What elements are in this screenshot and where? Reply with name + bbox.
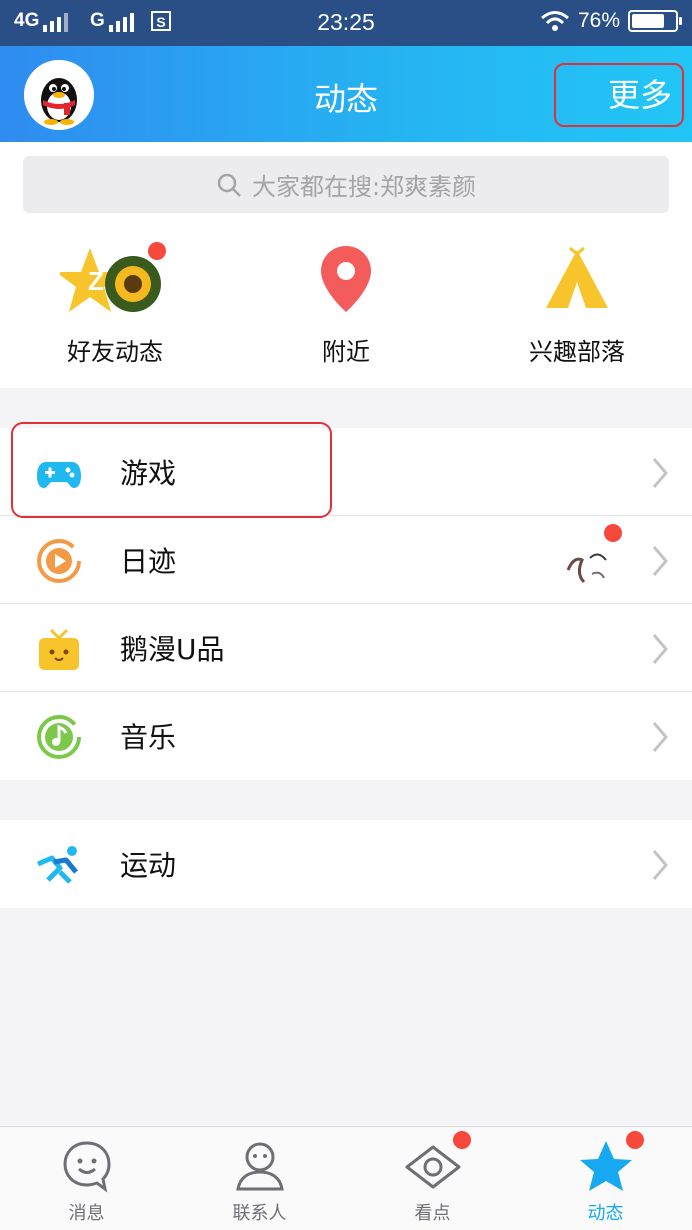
list-item-label: 运动 [120, 849, 177, 882]
chevron-right-icon [652, 458, 668, 488]
tab-icon-wrap [403, 1131, 471, 1195]
tent-icon [546, 246, 608, 308]
notification-dot [625, 1131, 644, 1149]
list-item-daily-trace[interactable]: 日迹 [0, 516, 692, 604]
bottom-tab-bar: 消息 联系人 看点 动态 [0, 1126, 692, 1230]
top-panel: 大家都在搜:郑爽素颜 Z 好友动态 附近 兴趣部落 [0, 142, 692, 388]
list-item-label: 鹅漫U品 [120, 632, 225, 666]
chevron-right-icon [652, 634, 668, 664]
location-pin-icon [321, 246, 371, 312]
shortcut-nearby[interactable]: 附近 [246, 242, 446, 367]
tab-label: 消息 [68, 1203, 105, 1224]
tab-label: 动态 [587, 1203, 624, 1224]
play-circle-icon [37, 539, 81, 583]
shortcut-icon-wrap [522, 242, 632, 322]
chevron-right-icon [652, 546, 668, 576]
tab-icon-wrap [576, 1131, 644, 1195]
shortcut-interest-tribe[interactable]: 兴趣部落 [477, 242, 677, 367]
highlight-box [11, 422, 332, 518]
tab-icon-wrap [230, 1137, 290, 1195]
tab-messages[interactable]: 消息 [0, 1127, 173, 1230]
contact-icon [235, 1142, 284, 1191]
gift-box-icon [39, 628, 79, 670]
star-icon [579, 1141, 632, 1191]
header-bar: 4G G S 23:25 76% 动态 更多 [0, 0, 692, 142]
list-item-label: 音乐 [120, 721, 177, 754]
wifi-icon [541, 11, 569, 31]
shortcut-label: 好友动态 [67, 338, 163, 366]
tab-icon-wrap [57, 1137, 117, 1195]
list-item-label: 日迹 [120, 544, 177, 578]
search-icon [217, 173, 241, 197]
list-item-music[interactable]: 音乐 [0, 692, 692, 780]
battery-percent: 76% [577, 9, 620, 32]
tab-contacts[interactable]: 联系人 [173, 1127, 346, 1230]
music-note-icon [37, 715, 81, 759]
menu-list-2: 运动 [0, 820, 692, 908]
chevron-right-icon [652, 850, 668, 880]
shortcut-friend-feed[interactable]: Z 好友动态 [15, 242, 215, 367]
search-placeholder: 大家都在搜:郑爽素颜 [251, 173, 477, 201]
list-item-sport[interactable]: 运动 [0, 820, 692, 908]
shortcut-icon-wrap [291, 242, 401, 322]
tab-feed[interactable]: 动态 [519, 1127, 692, 1230]
chevron-right-icon [652, 722, 668, 752]
shortcut-label: 兴趣部落 [529, 338, 625, 366]
more-button[interactable]: 更多 [554, 63, 684, 127]
shortcut-icon-wrap: Z [56, 242, 170, 322]
tab-label: 看点 [414, 1203, 451, 1224]
battery-icon [628, 10, 682, 32]
running-icon [37, 846, 78, 884]
notification-dot [452, 1131, 471, 1149]
shortcut-label: 附近 [322, 338, 370, 366]
status-right: 76% [540, 9, 682, 33]
svg-text:Z: Z [88, 266, 104, 296]
eye-icon [405, 1145, 460, 1189]
notification-dot [148, 242, 166, 260]
status-bar: 4G G S 23:25 76% [0, 0, 692, 46]
tab-label: 联系人 [232, 1203, 287, 1224]
notification-dot [604, 524, 622, 542]
tab-watch[interactable]: 看点 [346, 1127, 519, 1230]
list-item-goose-shop[interactable]: 鹅漫U品 [0, 604, 692, 692]
search-bar[interactable]: 大家都在搜:郑爽素颜 [23, 156, 669, 213]
chat-bubble-icon [62, 1141, 111, 1193]
